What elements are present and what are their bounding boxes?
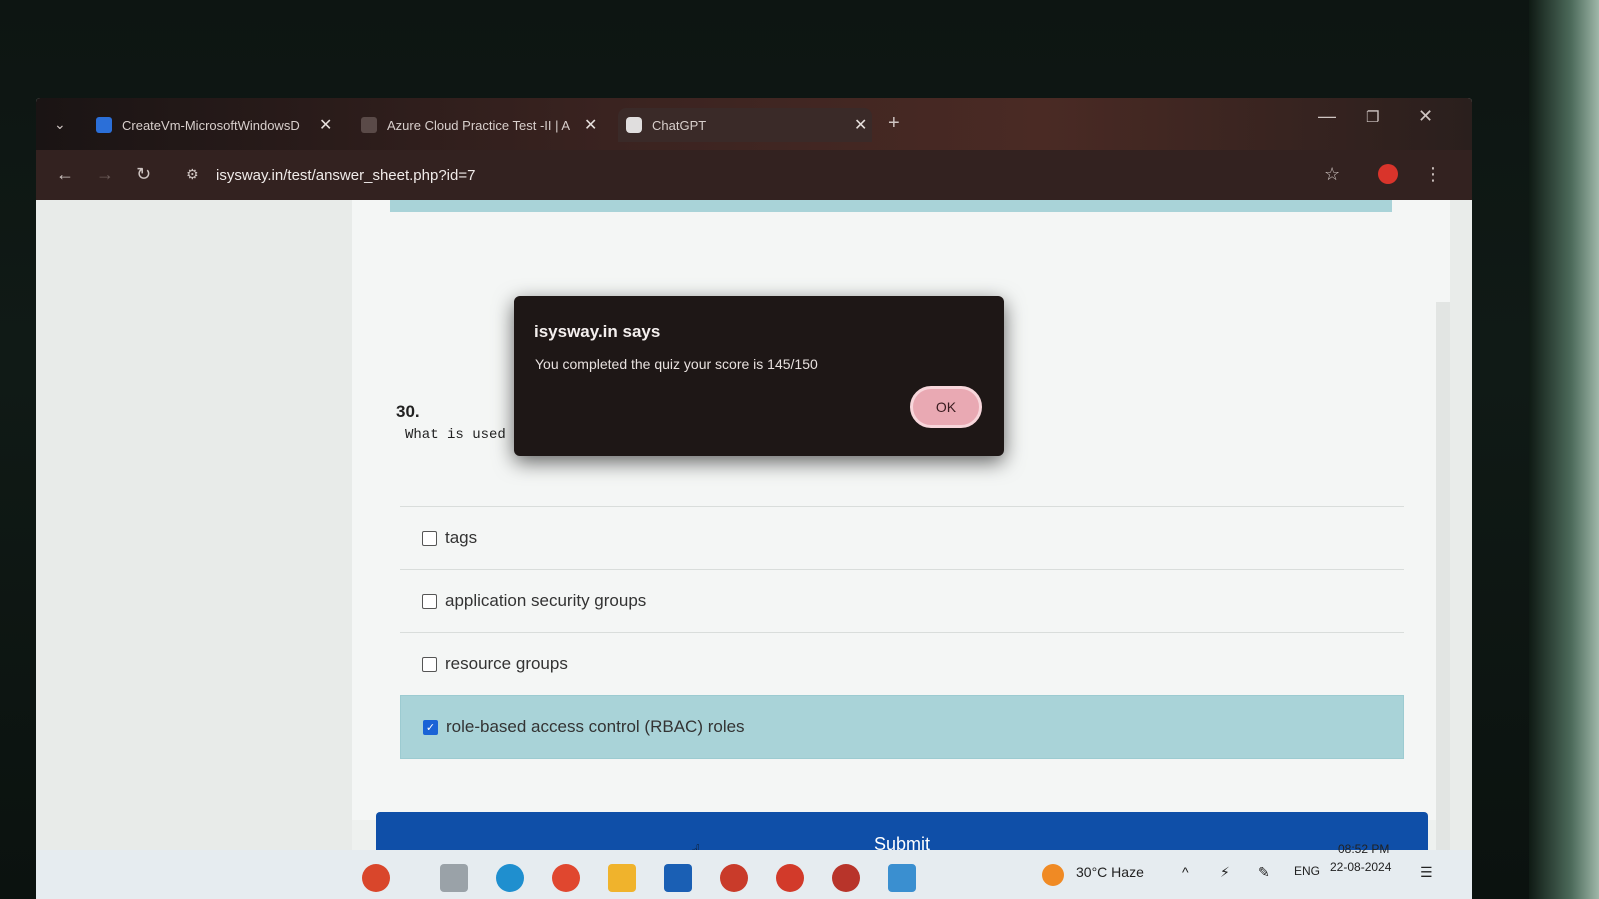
edge-icon[interactable] [496,864,524,892]
chrome-icon[interactable] [552,864,580,892]
profile-avatar[interactable] [1378,164,1398,184]
tab-title: Azure Cloud Practice Test -II | A [387,117,571,133]
menu-kebab-icon[interactable]: ⋮ [1424,164,1442,185]
option-resource-groups[interactable]: resource groups [400,632,1404,695]
option-label: role-based access control (RBAC) roles [446,717,745,736]
option-rbac-roles[interactable]: ✓ role-based access control (RBAC) roles [400,695,1404,759]
checkbox-checked[interactable]: ✓ [423,719,438,735]
site-icon [361,117,377,133]
outlook-icon[interactable] [664,864,692,892]
chrome-profile-icon[interactable] [776,864,804,892]
browser-window: ⌄ CreateVm-MicrosoftWindowsD ✕ Azure Clo… [36,98,1472,899]
weather-icon[interactable] [1042,864,1064,886]
tab-azure-practice[interactable]: Azure Cloud Practice Test -II | A ✕ [361,108,606,142]
app-icon[interactable] [888,864,916,892]
question-text: What is used [405,427,506,443]
app-icon[interactable] [362,864,390,892]
notification-icon[interactable]: ☰ [1420,864,1433,881]
back-arrow-icon[interactable]: ← [56,164,74,185]
options-list: tags application security groups resourc… [400,506,1404,759]
ok-button[interactable]: OK [910,386,982,428]
checkbox[interactable] [422,530,437,546]
bookmark-star-icon[interactable]: ☆ [1324,164,1340,185]
forward-arrow-icon[interactable]: → [96,164,114,185]
tab-search-chevron-icon[interactable]: ⌄ [54,116,66,133]
address-bar: ← → ↻ ⚙ isysway.in/test/answer_sheet.php… [36,150,1472,200]
option-label: tags [445,528,478,547]
chatgpt-icon [626,117,642,133]
file-explorer-icon[interactable] [608,864,636,892]
chrome-profile-icon[interactable] [832,864,860,892]
show-hidden-icons-icon[interactable]: ^ [1182,864,1189,880]
vertical-scrollbar[interactable] [1436,302,1450,899]
reload-icon[interactable]: ↻ [136,164,151,185]
site-info-icon[interactable]: ⚙ [186,166,199,183]
clock-time[interactable]: 08:52 PM [1338,842,1389,856]
pen-icon[interactable]: ✎ [1258,864,1270,881]
azure-icon [96,117,112,133]
option-label: application security groups [445,591,647,610]
left-panel [40,200,352,899]
tab-title: CreateVm-MicrosoftWindowsD [122,117,300,133]
network-icon[interactable]: ⚡ [1220,864,1230,881]
taskbar: 30°C Haze ^ ⚡ ✎ ENG 08:52 PM 22-08-2024 … [36,842,1472,899]
previous-answer-strip [390,200,1392,212]
option-application-security-groups[interactable]: application security groups [400,569,1404,632]
tab-bar: ⌄ CreateVm-MicrosoftWindowsD ✕ Azure Clo… [36,98,1472,150]
minimize-button[interactable]: — [1318,106,1336,127]
new-tab-button[interactable]: + [888,112,900,135]
dialog-message: You completed the quiz your score is 145… [535,356,818,372]
task-view-icon[interactable] [440,864,468,892]
language-indicator[interactable]: ENG [1294,864,1320,878]
tab-title: ChatGPT [652,117,707,133]
url-field[interactable]: isysway.in/test/answer_sheet.php?id=7 [216,162,475,188]
question-number: 30. [396,402,420,421]
weather-text[interactable]: 30°C Haze [1076,864,1144,880]
checkbox[interactable] [422,593,437,609]
close-icon[interactable]: ✕ [854,115,867,135]
clock-date[interactable]: 22-08-2024 [1330,860,1391,874]
window-close-button[interactable]: ✕ [1418,106,1433,127]
tab-chatgpt[interactable]: ChatGPT ✕ [618,108,872,142]
tab-createvm[interactable]: CreateVm-MicrosoftWindowsD ✕ [96,108,346,142]
alert-dialog: isysway.in says You completed the quiz y… [514,296,1004,456]
checkbox[interactable] [422,656,437,672]
restore-button[interactable]: ❐ [1366,108,1379,126]
option-tags[interactable]: tags [400,506,1404,569]
dialog-title: isysway.in says [534,322,661,341]
chrome-profile-icon[interactable] [720,864,748,892]
option-label: resource groups [445,654,568,673]
close-icon[interactable]: ✕ [584,115,597,135]
close-icon[interactable]: ✕ [319,115,332,135]
background-wall [1529,0,1599,899]
page-content: 30. What is used tags application securi… [40,200,1450,899]
